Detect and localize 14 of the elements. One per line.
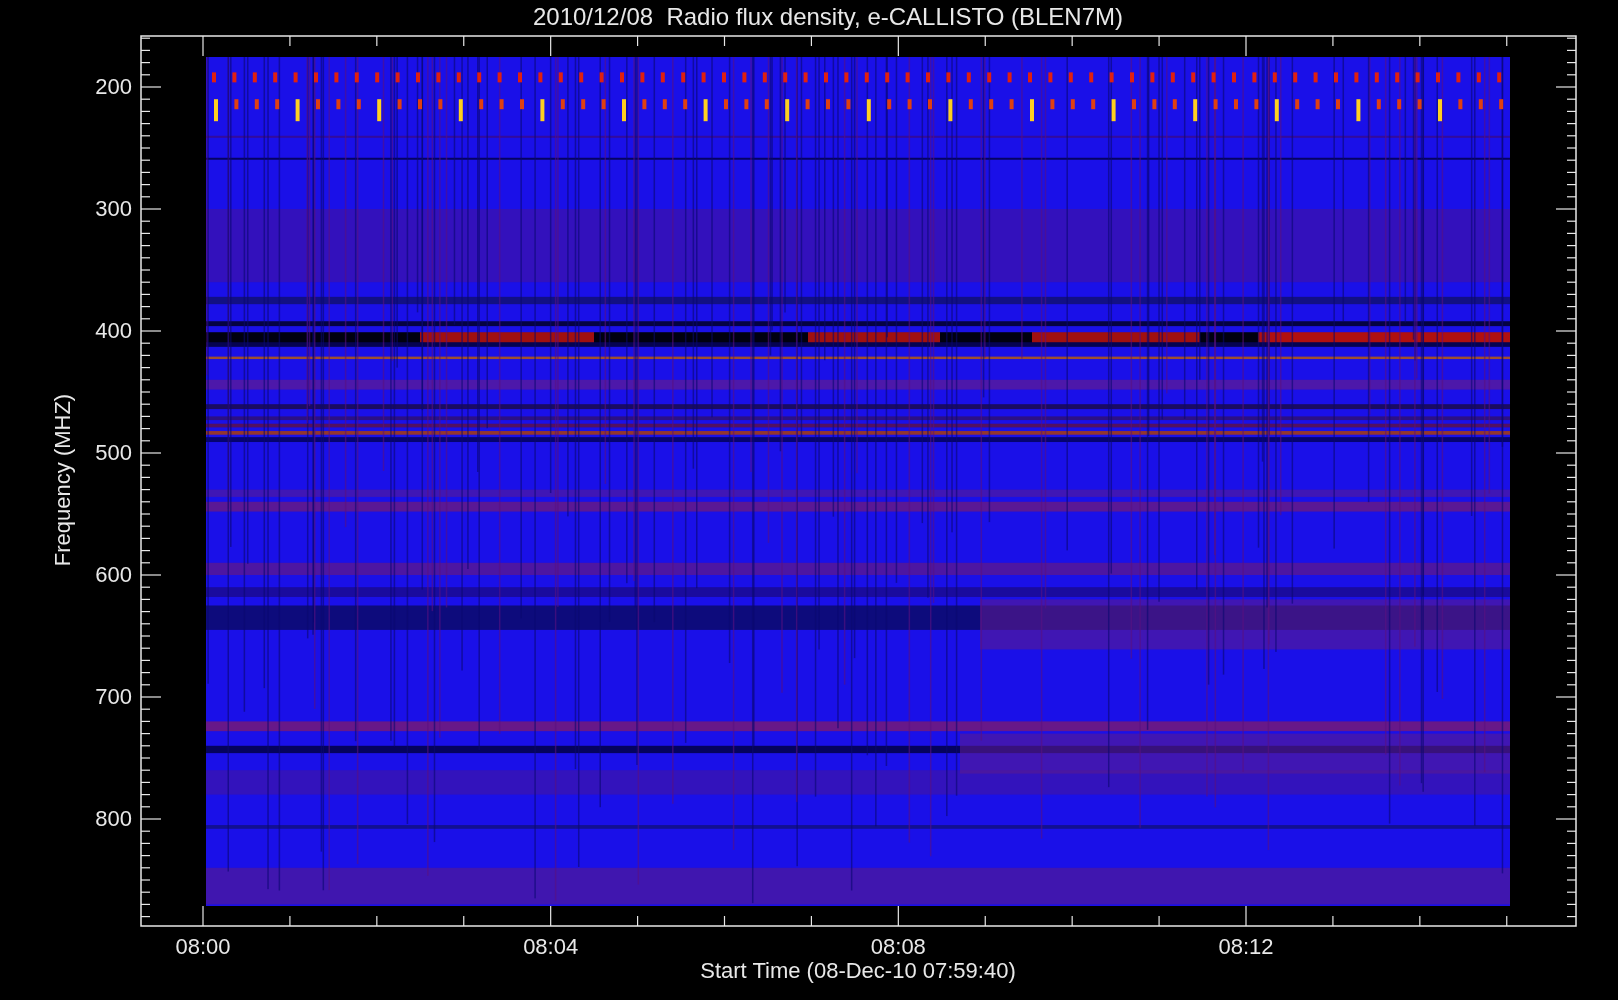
tick-label: 600 <box>95 562 132 587</box>
axis-label: Frequency (MHZ) <box>50 393 75 567</box>
tick-label: 800 <box>95 806 132 831</box>
tick-label: 500 <box>95 440 132 465</box>
tick-label: 400 <box>95 318 132 343</box>
tick-label: 08:08 <box>870 934 926 959</box>
tick-label: 200 <box>95 74 132 99</box>
tick-label: 300 <box>95 196 132 221</box>
tick-label: 08:12 <box>1218 934 1274 959</box>
chart-title: 2010/12/08 Radio flux density, e-CALLISTO (BLEN7M) <box>532 3 1124 30</box>
tick-label: 08:00 <box>175 934 231 959</box>
tick-label: 08:04 <box>523 934 579 959</box>
tick-label: 700 <box>95 684 132 709</box>
axis-label: Start Time (08-Dec-10 07:59:40) <box>700 958 1016 983</box>
